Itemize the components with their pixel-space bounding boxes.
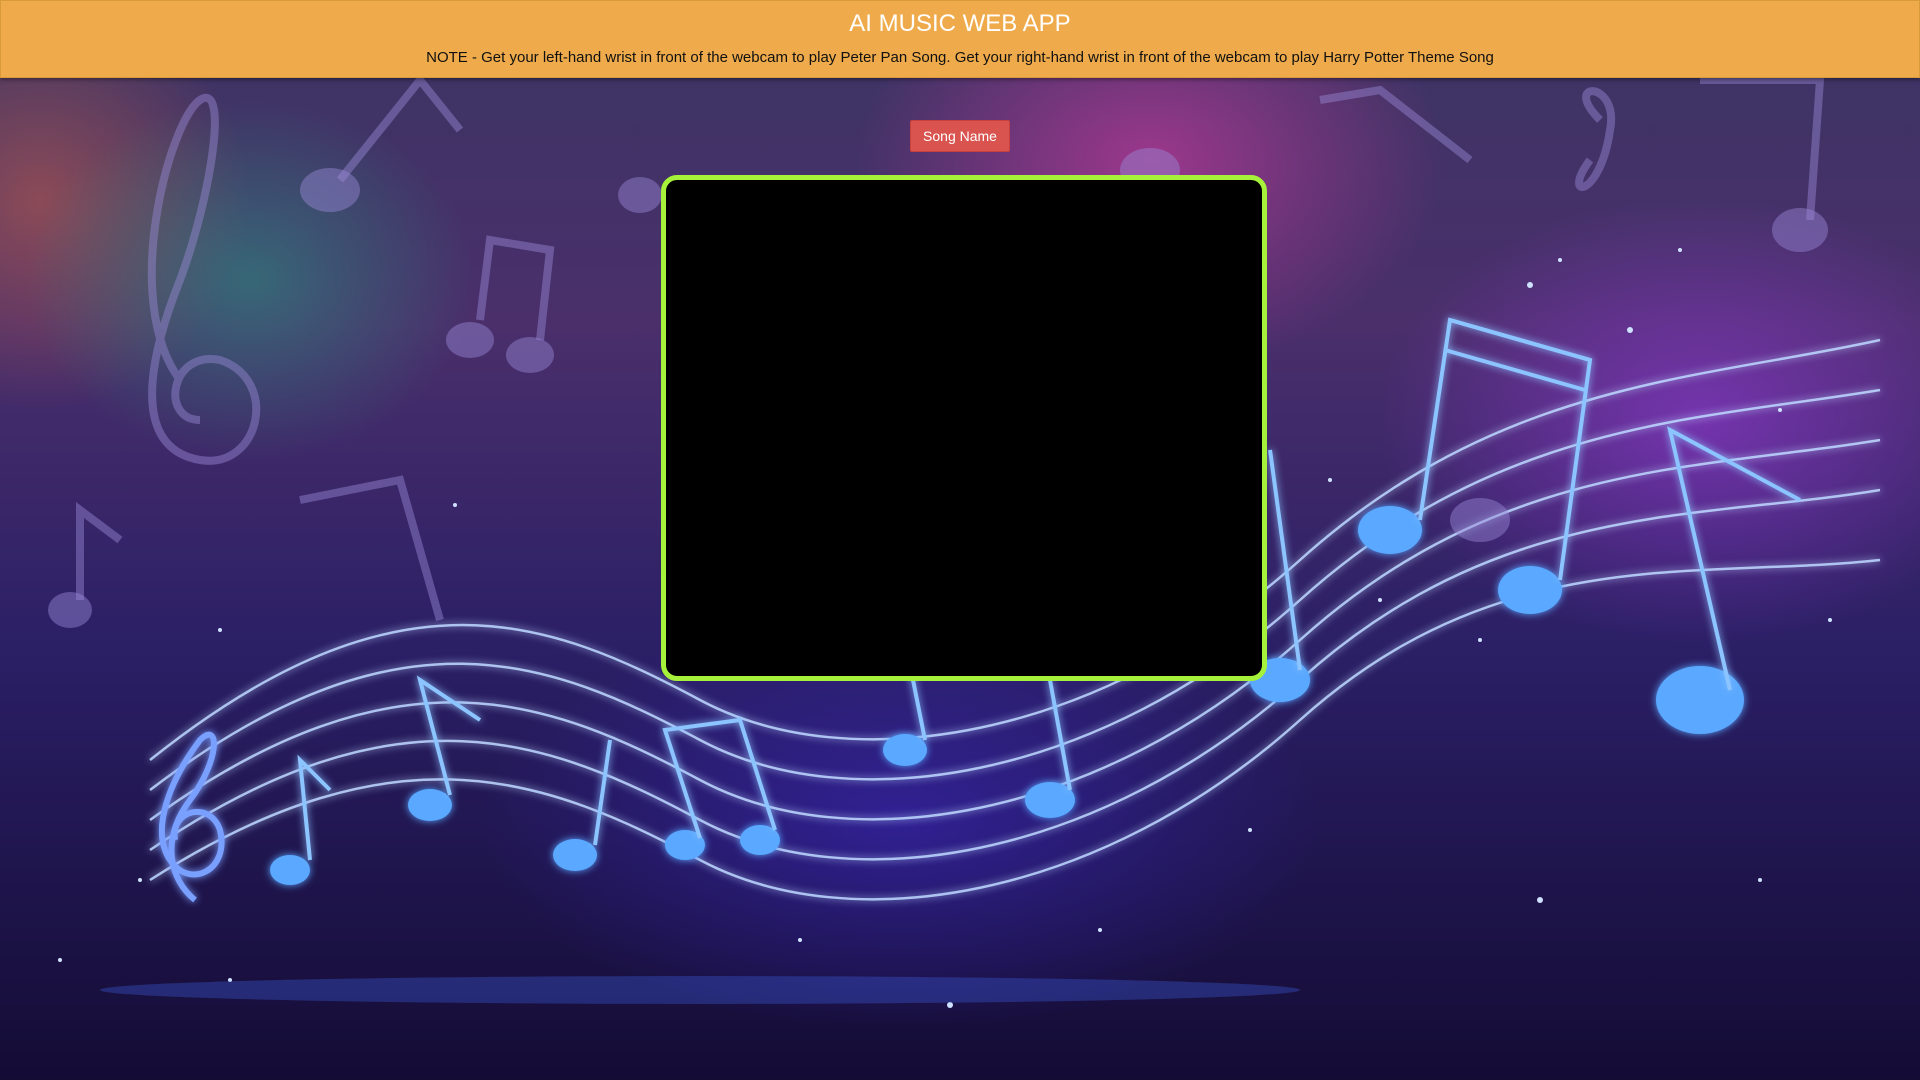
webcam-canvas [661,175,1267,681]
song-name-button[interactable]: Song Name [910,120,1010,152]
app-header: AI MUSIC WEB APP NOTE - Get your left-ha… [0,0,1920,78]
instructions-note: NOTE - Get your left-hand wrist in front… [426,49,1494,66]
page-title: AI MUSIC WEB APP [849,10,1071,37]
